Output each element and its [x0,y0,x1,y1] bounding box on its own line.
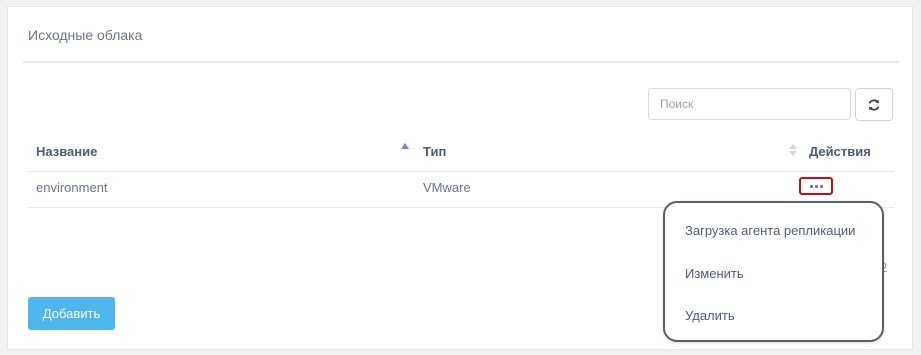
title-divider [23,61,899,63]
column-header-actions: Действия [809,144,871,159]
menu-item-delete[interactable]: Удалить [685,308,735,323]
refresh-icon [868,98,880,111]
row-name-cell: environment [36,180,108,195]
column-header-type[interactable]: Тип [423,144,446,159]
row-type-cell: VMware [423,180,471,195]
column-header-name[interactable]: Название [36,144,97,159]
source-clouds-panel: Исходные облака Название Тип Действия en… [7,6,913,350]
panel-title: Исходные облака [28,27,143,43]
search-input[interactable] [648,88,851,120]
row-actions-button[interactable] [799,177,833,195]
sort-ascending-icon[interactable] [401,143,409,149]
sort-unsorted-icon[interactable] [789,144,797,158]
menu-item-edit[interactable]: Изменить [685,266,744,281]
refresh-button[interactable] [855,88,893,121]
header-divider [28,171,894,172]
row-actions-menu: Загрузка агента репликации Изменить Удал… [663,201,884,342]
more-icon [809,184,813,188]
add-button[interactable]: Добавить [28,297,115,330]
menu-item-download-agent[interactable]: Загрузка агента репликации [685,223,855,238]
